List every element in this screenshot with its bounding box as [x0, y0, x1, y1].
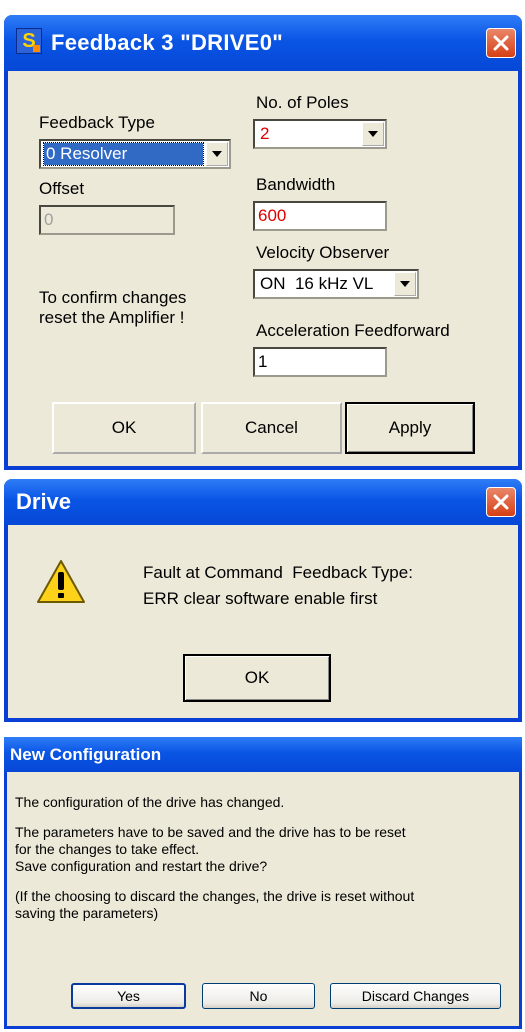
drive-client: Fault at Command Feedback Type: ERR clea…: [8, 525, 518, 718]
new-config-text-3a: (If the choosing to discard the changes,…: [15, 888, 415, 904]
discard-changes-button[interactable]: Discard Changes: [330, 983, 501, 1009]
cancel-button[interactable]: Cancel: [201, 402, 342, 454]
bandwidth-field[interactable]: 600: [253, 201, 387, 231]
velocity-select[interactable]: ON 16 kHz VL: [253, 269, 419, 299]
feedback-type-label: Feedback Type: [39, 113, 155, 132]
new-config-text-1: The configuration of the drive has chang…: [15, 794, 285, 810]
ok-button[interactable]: OK: [52, 402, 196, 454]
velocity-label: Velocity Observer: [256, 243, 390, 262]
chevron-down-icon[interactable]: [394, 272, 416, 296]
new-config-client: The configuration of the drive has chang…: [7, 772, 519, 1026]
new-config-text-2b: for the changes to take effect.: [15, 841, 200, 857]
close-button[interactable]: [486, 28, 516, 58]
ok-button[interactable]: OK: [183, 654, 331, 702]
new-config-text-2c: Save configuration and restart the drive…: [15, 858, 268, 874]
new-config-title: New Configuration: [10, 745, 162, 764]
poles-value: 2: [260, 124, 270, 143]
confirm-text-line2: reset the Amplifier !: [39, 308, 185, 327]
offset-label: Offset: [39, 179, 85, 198]
offset-field: 0: [39, 205, 175, 235]
confirm-text-line1: To confirm changes: [39, 288, 187, 307]
close-button[interactable]: [486, 487, 516, 517]
no-button[interactable]: No: [202, 983, 315, 1009]
new-config-text-3b: saving the parameters): [15, 905, 159, 921]
feedback-client: Feedback Type 0 Resolver Offset 0 To con…: [8, 71, 518, 466]
feedback-titlebar[interactable]: S Feedback 3 "DRIVE0": [4, 15, 522, 71]
app-icon: S: [16, 28, 42, 54]
feedback-title: Feedback 3 "DRIVE0": [51, 30, 283, 55]
apply-button[interactable]: Apply: [345, 402, 475, 454]
bandwidth-label: Bandwidth: [256, 175, 336, 194]
chevron-down-icon[interactable]: [362, 122, 384, 146]
feedback-type-value: 0 Resolver: [43, 142, 204, 166]
drive-dialog: Drive Fault at Command Feedback Type: ER…: [4, 479, 522, 722]
feedback-type-select[interactable]: 0 Resolver: [39, 139, 231, 169]
chevron-down-icon[interactable]: [206, 142, 228, 166]
drive-titlebar[interactable]: Drive: [4, 479, 522, 525]
velocity-value: ON 16 kHz VL: [260, 274, 374, 293]
drive-title: Drive: [16, 489, 72, 514]
warning-icon: [37, 560, 85, 603]
new-configuration-dialog: New Configuration The configuration of t…: [4, 737, 522, 1029]
accel-label: Acceleration Feedforward: [256, 321, 450, 340]
close-icon: [493, 35, 509, 51]
new-config-text-2a: The parameters have to be saved and the …: [15, 824, 406, 840]
drive-message-line2: ERR clear software enable first: [143, 589, 378, 608]
feedback-dialog: S Feedback 3 "DRIVE0" Feedback Type 0 Re…: [4, 15, 522, 470]
close-icon: [493, 494, 509, 510]
poles-label: No. of Poles: [256, 93, 349, 112]
poles-select[interactable]: 2: [253, 119, 387, 149]
yes-button[interactable]: Yes: [71, 983, 186, 1009]
drive-message-line1: Fault at Command Feedback Type:: [143, 563, 413, 582]
accel-field[interactable]: 1: [253, 347, 387, 377]
new-config-titlebar[interactable]: New Configuration: [4, 737, 522, 772]
